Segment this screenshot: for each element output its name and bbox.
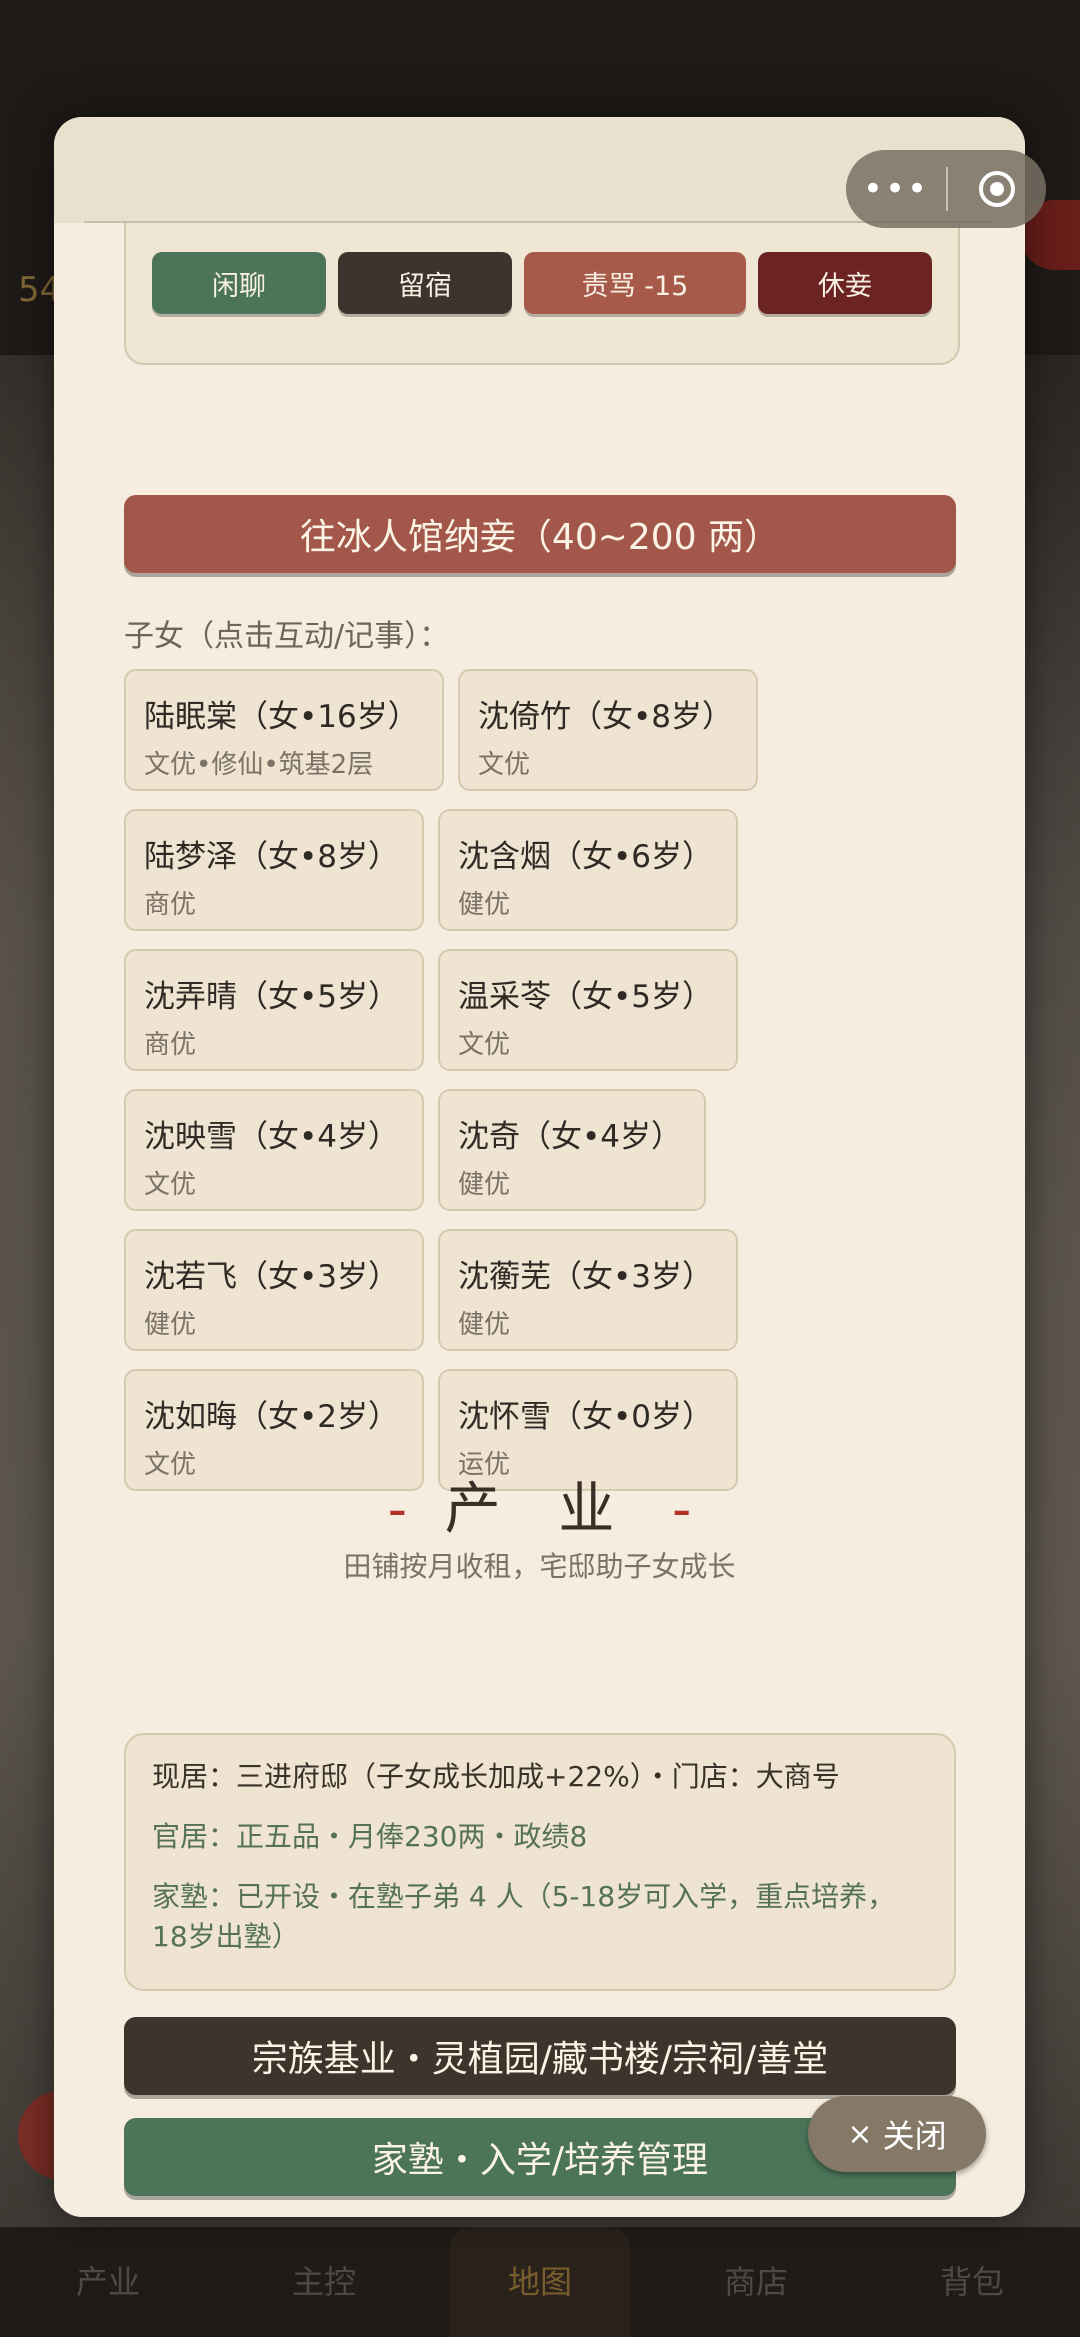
child-card[interactable]: 沈倚竹（女•8岁） 文优 (458, 669, 758, 791)
industry-subtitle: 田铺按月收租，宅邸助子女成长 (343, 1550, 736, 1583)
child-card[interactable]: 沈若飞（女•3岁） 健优 (124, 1229, 424, 1351)
title-dash-right: - (672, 1477, 692, 1542)
child-card[interactable]: 温采苓（女•5岁） 文优 (438, 949, 738, 1071)
child-name: 沈奇（女•4岁） (458, 1119, 683, 1155)
close-icon: × (847, 2116, 873, 2152)
child-card[interactable]: 陆梦泽（女•8岁） 商优 (124, 809, 424, 931)
industry-section-title: - 产 业 - (54, 1464, 1025, 1545)
miniprogram-capsule: ••• (846, 150, 1046, 228)
child-traits: 文优 (458, 1030, 511, 1060)
take-concubine-button[interactable]: 往冰人馆纳妾（40~200 两） (124, 495, 956, 573)
child-traits: 商优 (144, 1030, 197, 1060)
child-traits: 健优 (458, 890, 511, 920)
title-dash-left: - (387, 1477, 407, 1542)
office-info: 官居：正五品・月俸230两・政绩8 (152, 1820, 588, 1853)
child-name: 沈倚竹（女•8岁） (478, 699, 734, 735)
child-name: 沈若飞（女•3岁） (144, 1259, 400, 1295)
industry-title-text: 产 业 (444, 1477, 635, 1542)
nav-tab-shop[interactable]: 商店 (666, 2227, 846, 2337)
spouse-detail-modal: 闲聊 留宿 责骂 -15 休妾 往冰人馆纳妾（40~200 两） 子女（点击互动… (54, 117, 1025, 2217)
child-traits: 文优 (144, 1170, 197, 1200)
child-traits: 商优 (144, 890, 197, 920)
interaction-actions: 闲聊 留宿 责骂 -15 休妾 (124, 223, 960, 365)
clan-foundation-button[interactable]: 宗族基业・灵植园/藏书楼/宗祠/善堂 (124, 2017, 956, 2095)
more-icon[interactable]: ••• (846, 169, 946, 209)
bottom-nav: 产业 主控 地图 商店 背包 (0, 2227, 1080, 2337)
child-card[interactable]: 沈映雪（女•4岁） 文优 (124, 1089, 424, 1211)
stay-night-button[interactable]: 留宿 (338, 252, 512, 314)
child-card[interactable]: 陆眠棠（女•16岁） 文优•修仙•筑基2层 (124, 669, 444, 791)
child-traits: 健优 (458, 1170, 511, 1200)
child-traits: 文优•修仙•筑基2层 (144, 750, 374, 780)
industry-info-box: 现居：三进府邸（子女成长加成+22%）・门店：大商号 官居：正五品・月俸230两… (124, 1733, 956, 1991)
modal-content: 闲聊 留宿 责骂 -15 休妾 往冰人馆纳妾（40~200 两） 子女（点击互动… (54, 223, 1025, 2217)
residence-info: 现居：三进府邸（子女成长加成+22%）・门店：大商号 (152, 1760, 840, 1793)
child-name: 沈如晦（女•2岁） (144, 1399, 400, 1435)
chat-button[interactable]: 闲聊 (152, 252, 326, 314)
children-hint: 子女（点击互动/记事）： (124, 619, 450, 654)
child-name: 沈弄晴（女•5岁） (144, 979, 400, 1015)
child-traits: 健优 (144, 1310, 197, 1340)
child-name: 沈含烟（女•6岁） (458, 839, 714, 875)
child-name: 温采苓（女•5岁） (458, 979, 714, 1015)
child-name: 沈蘅芜（女•3岁） (458, 1259, 714, 1295)
scold-button[interactable]: 责骂 -15 (524, 252, 746, 314)
child-name: 沈怀雪（女•0岁） (458, 1399, 714, 1435)
child-name: 陆梦泽（女•8岁） (144, 839, 400, 875)
child-name: 陆眠棠（女•16岁） (144, 699, 419, 735)
target-icon[interactable] (948, 169, 1046, 209)
school-info: 家塾：已开设・在塾子弟 4 人（5-18岁可入学，重点培养，18岁出塾） (152, 1880, 896, 1953)
child-name: 沈映雪（女•4岁） (144, 1119, 400, 1155)
child-traits: 健优 (458, 1310, 511, 1340)
close-button[interactable]: × 关闭 (808, 2096, 986, 2172)
close-label: 关闭 (882, 2117, 947, 2155)
child-card[interactable]: 沈奇（女•4岁） 健优 (438, 1089, 706, 1211)
nav-tab-map[interactable]: 地图 (450, 2227, 630, 2337)
child-card[interactable]: 沈弄晴（女•5岁） 商优 (124, 949, 424, 1071)
nav-tab-industry[interactable]: 产业 (18, 2227, 198, 2337)
child-card[interactable]: 沈蘅芜（女•3岁） 健优 (438, 1229, 738, 1351)
child-card[interactable]: 沈含烟（女•6岁） 健优 (438, 809, 738, 931)
child-traits: 文优 (478, 750, 531, 780)
nav-tab-control[interactable]: 主控 (234, 2227, 414, 2337)
nav-tab-bag[interactable]: 背包 (882, 2227, 1062, 2337)
divorce-concubine-button[interactable]: 休妾 (758, 252, 932, 314)
